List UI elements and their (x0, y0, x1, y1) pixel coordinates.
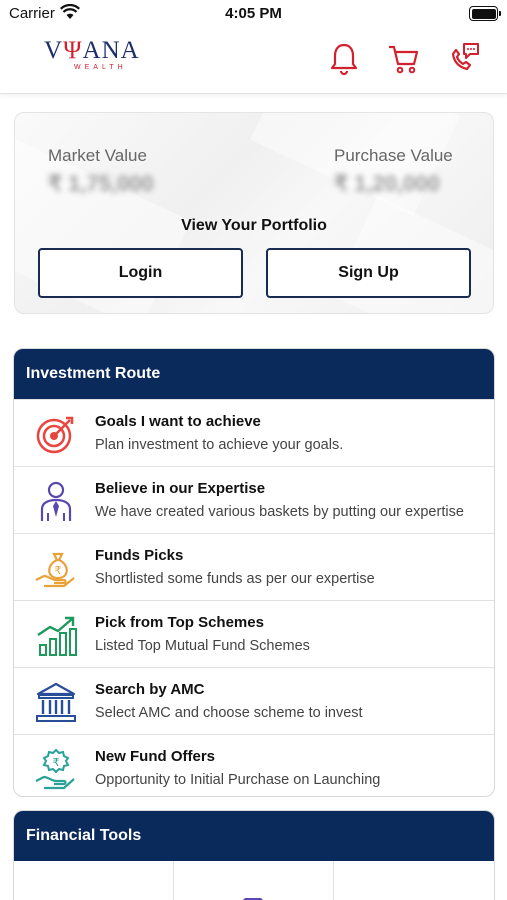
target-icon (34, 412, 78, 456)
svg-text:₹: ₹ (55, 564, 62, 577)
tools-grid (14, 861, 494, 900)
route-item-title: Funds Picks (95, 547, 184, 564)
login-button[interactable]: Login (38, 248, 243, 298)
route-item-nfo[interactable]: ₹ New Fund Offers Opportunity to Initial… (14, 734, 494, 796)
purchase-value-amount: ₹ 1,20,000 (334, 171, 440, 196)
svg-text:₹: ₹ (53, 756, 60, 769)
growth-chart-icon (34, 613, 78, 657)
investment-route-section: Investment Route Goals I want to achieve… (13, 348, 495, 797)
route-item-desc: Shortlisted some funds as per our expert… (95, 571, 375, 587)
route-item-title: Goals I want to achieve (95, 413, 261, 430)
signup-button[interactable]: Sign Up (266, 248, 471, 298)
route-item-search-amc[interactable]: Search by AMC Select AMC and choose sche… (14, 667, 494, 734)
route-item-desc: Plan investment to achieve your goals. (95, 437, 344, 453)
financial-tools-section: Financial Tools (13, 810, 495, 900)
route-item-expertise[interactable]: Believe in our Expertise We have created… (14, 466, 494, 533)
market-value-label: Market Value (48, 146, 147, 165)
tool-cell[interactable] (334, 861, 494, 900)
status-bar: Carrier 4:05 PM (0, 0, 507, 28)
bank-icon (34, 680, 78, 724)
vyana-logo[interactable]: VΨANA WEALTH (44, 38, 154, 72)
app-header: VΨANA WEALTH (0, 28, 507, 94)
money-bag-icon: ₹ (34, 546, 78, 590)
phone-chat-icon[interactable] (445, 40, 481, 76)
route-item-title: Search by AMC (95, 681, 205, 698)
view-portfolio-title: View Your Portfolio (181, 217, 327, 234)
investment-route-title: Investment Route (14, 349, 494, 399)
route-item-desc: Select AMC and choose scheme to invest (95, 705, 363, 721)
financial-tools-title: Financial Tools (14, 811, 494, 861)
route-item-funds-picks[interactable]: ₹ Funds Picks Shortlisted some funds as … (14, 533, 494, 600)
route-item-title: Pick from Top Schemes (95, 614, 264, 631)
market-value-amount: ₹ 1,75,000 (48, 171, 154, 196)
cart-icon[interactable] (385, 40, 421, 76)
logo-wordmark: VΨANA (44, 37, 140, 64)
route-item-desc: We have created various baskets by putti… (95, 504, 464, 520)
route-item-top-schemes[interactable]: Pick from Top Schemes Listed Top Mutual … (14, 600, 494, 667)
tool-cell[interactable] (174, 861, 334, 900)
expert-icon (34, 479, 78, 523)
bell-icon[interactable] (326, 40, 362, 76)
route-item-goals[interactable]: Goals I want to achieve Plan investment … (14, 399, 494, 466)
battery-icon (469, 6, 501, 21)
route-item-title: New Fund Offers (95, 748, 216, 765)
portfolio-card: Market Value ₹ 1,75,000 Purchase Value ₹… (14, 112, 494, 314)
rupee-hand-icon: ₹ (34, 747, 78, 791)
tool-cell[interactable] (14, 861, 174, 900)
route-item-desc: Listed Top Mutual Fund Schemes (95, 638, 310, 654)
logo-subtitle: WEALTH (74, 64, 127, 71)
route-item-desc: Opportunity to Initial Purchase on Launc… (95, 772, 381, 788)
route-item-title: Believe in our Expertise (95, 480, 266, 497)
clock: 4:05 PM (225, 5, 282, 22)
purchase-value-label: Purchase Value (334, 146, 453, 165)
